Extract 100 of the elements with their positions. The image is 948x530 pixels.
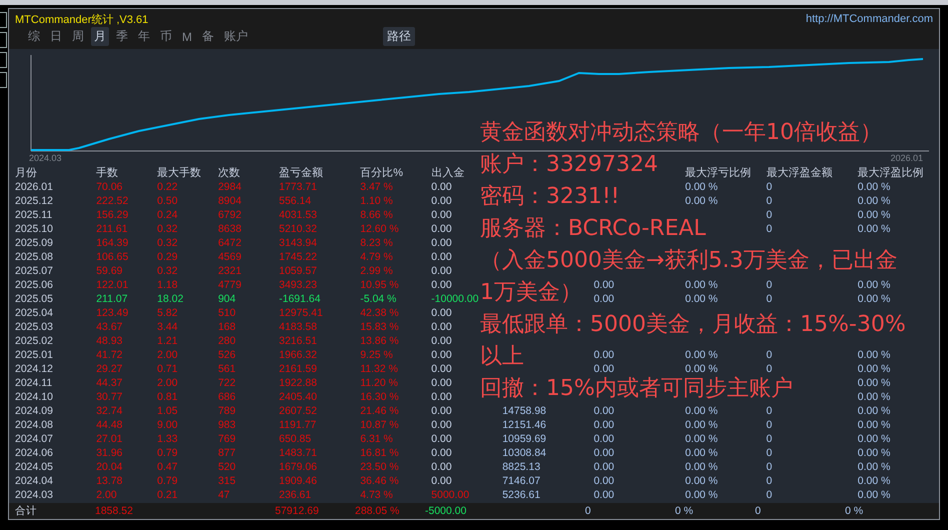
table-cell: 0 bbox=[766, 419, 772, 431]
table-cell: 0 bbox=[766, 223, 772, 235]
promo-text: 服务器：BCRCo-REAL bbox=[480, 216, 706, 242]
table-cell: 0.00 % bbox=[685, 475, 718, 487]
total-cell: 1858.52 bbox=[95, 505, 133, 517]
period-tab[interactable]: M bbox=[179, 28, 195, 44]
period-tab[interactable]: 月 bbox=[91, 27, 109, 46]
table-cell: 5236.61 bbox=[502, 489, 540, 501]
table-cell: 0.79 bbox=[157, 475, 178, 487]
table-cell: 0.00 bbox=[431, 447, 452, 459]
side-button[interactable] bbox=[0, 12, 7, 28]
table-cell: 0.00 % bbox=[685, 419, 718, 431]
table-cell: 0.00 bbox=[594, 293, 614, 305]
table-cell: 0 bbox=[766, 475, 772, 487]
table-cell: 2405.40 bbox=[278, 391, 317, 403]
table-cell: 1483.71 bbox=[278, 447, 317, 459]
table-cell: 650.85 bbox=[278, 433, 312, 445]
period-tab[interactable]: 账户 bbox=[221, 27, 251, 46]
table-cell: 32.74 bbox=[96, 405, 122, 417]
table-cell: 0.00 % bbox=[685, 363, 718, 375]
table-cell: 877 bbox=[218, 447, 236, 459]
period-tab[interactable]: 周 bbox=[69, 27, 87, 46]
table-cell: 0.00 bbox=[594, 405, 614, 417]
table-cell: 4031.53 bbox=[278, 209, 317, 221]
table-cell: 10308.84 bbox=[502, 447, 546, 459]
table-cell: 2024.04 bbox=[15, 475, 53, 487]
side-button[interactable] bbox=[0, 72, 7, 88]
table-cell: 0.00 bbox=[594, 475, 614, 487]
table-cell: 13.78 bbox=[96, 475, 122, 487]
path-button[interactable]: 路径 bbox=[383, 27, 415, 46]
table-cell: 0.32 bbox=[157, 265, 178, 277]
table-cell: 0.00 bbox=[594, 433, 614, 445]
table-cell: 9.00 bbox=[157, 419, 178, 431]
start-date-label: 2024.03 bbox=[29, 153, 62, 165]
total-cell: 0 % bbox=[845, 505, 864, 517]
table-cell: 0.00 bbox=[594, 363, 614, 375]
table-cell: 0.00 bbox=[594, 461, 614, 473]
table-cell: 510 bbox=[218, 307, 236, 319]
table-cell: 2025.12 bbox=[15, 195, 53, 207]
column-header: 盈亏金额 bbox=[278, 167, 323, 179]
table-cell: 2321 bbox=[218, 265, 242, 277]
table-cell: 0.00 % bbox=[685, 489, 718, 501]
table-cell: 5.82 bbox=[157, 307, 178, 319]
table-cell: 3216.51 bbox=[278, 335, 317, 347]
table-cell: 0 bbox=[766, 363, 772, 375]
period-tab[interactable]: 综 bbox=[25, 27, 43, 46]
table-cell: 0.00 % bbox=[858, 223, 890, 235]
table-cell: 10.95 % bbox=[360, 279, 399, 291]
table-cell: 2025.04 bbox=[15, 307, 53, 319]
table-cell: 8.66 % bbox=[360, 209, 393, 221]
table-cell: 29.27 bbox=[96, 363, 122, 375]
side-button[interactable] bbox=[0, 32, 7, 48]
table-cell: 47 bbox=[218, 489, 230, 501]
table-cell: 0.24 bbox=[157, 209, 178, 221]
table-cell: 983 bbox=[218, 419, 236, 431]
table-cell: 3.44 bbox=[157, 321, 178, 333]
table-cell: 11.20 % bbox=[360, 377, 398, 389]
table-cell: 2984 bbox=[218, 181, 242, 193]
table-cell: 8904 bbox=[218, 195, 242, 207]
table-cell: 1.10 % bbox=[360, 195, 393, 207]
promo-text: 回撤：15%内或者可同步主账户 bbox=[480, 376, 793, 402]
table-cell: 722 bbox=[218, 377, 236, 389]
table-cell: 59.69 bbox=[96, 265, 122, 277]
table-cell: 2025.01 bbox=[15, 349, 53, 361]
period-tab[interactable]: 日 bbox=[47, 27, 65, 46]
side-button[interactable] bbox=[0, 52, 7, 68]
table-cell: 2.99 % bbox=[360, 265, 393, 277]
table-cell: 0.00 bbox=[431, 251, 452, 263]
table-cell: 20.04 bbox=[96, 461, 122, 473]
period-tab[interactable]: 年 bbox=[135, 27, 153, 46]
table-cell: 0.00 bbox=[431, 377, 452, 389]
table-cell: 0 bbox=[766, 433, 772, 445]
promo-text: 以上 bbox=[480, 344, 524, 370]
period-tab[interactable]: 季 bbox=[113, 27, 131, 46]
table-cell: 48.93 bbox=[96, 335, 122, 347]
table-cell: 8.23 % bbox=[360, 237, 393, 249]
table-cell: 0.00 bbox=[431, 209, 452, 221]
period-tab[interactable]: 备 bbox=[199, 27, 217, 46]
period-tab[interactable]: 币 bbox=[157, 27, 175, 46]
table-cell: 168 bbox=[218, 321, 236, 333]
table-cell: 0.00 % bbox=[858, 363, 890, 375]
table-cell: 2025.06 bbox=[15, 279, 53, 291]
table-cell: 0.22 bbox=[157, 181, 178, 193]
table-cell: 2025.09 bbox=[15, 237, 53, 249]
table-cell: 0.47 bbox=[157, 461, 178, 473]
table-cell: 0 bbox=[766, 209, 772, 221]
table-cell: 0.00 % bbox=[685, 461, 718, 473]
website-link[interactable]: http://MTCommander.com bbox=[806, 13, 933, 25]
table-cell: 0.00 % bbox=[858, 349, 890, 361]
table-cell: 0.00 bbox=[431, 433, 452, 445]
table-cell: 2025.07 bbox=[15, 265, 53, 277]
table-cell: 0.00 % bbox=[858, 293, 890, 305]
table-cell: -5.04 % bbox=[360, 293, 396, 305]
table-cell: 27.01 bbox=[96, 433, 122, 445]
table-cell: 0.00 bbox=[431, 363, 452, 375]
table-cell: 0 bbox=[766, 447, 772, 459]
table-cell: 6792 bbox=[218, 209, 242, 221]
table-cell: 0.21 bbox=[157, 489, 178, 501]
table-cell: 0.71 bbox=[157, 363, 178, 375]
table-cell: 0.00 bbox=[431, 223, 452, 235]
